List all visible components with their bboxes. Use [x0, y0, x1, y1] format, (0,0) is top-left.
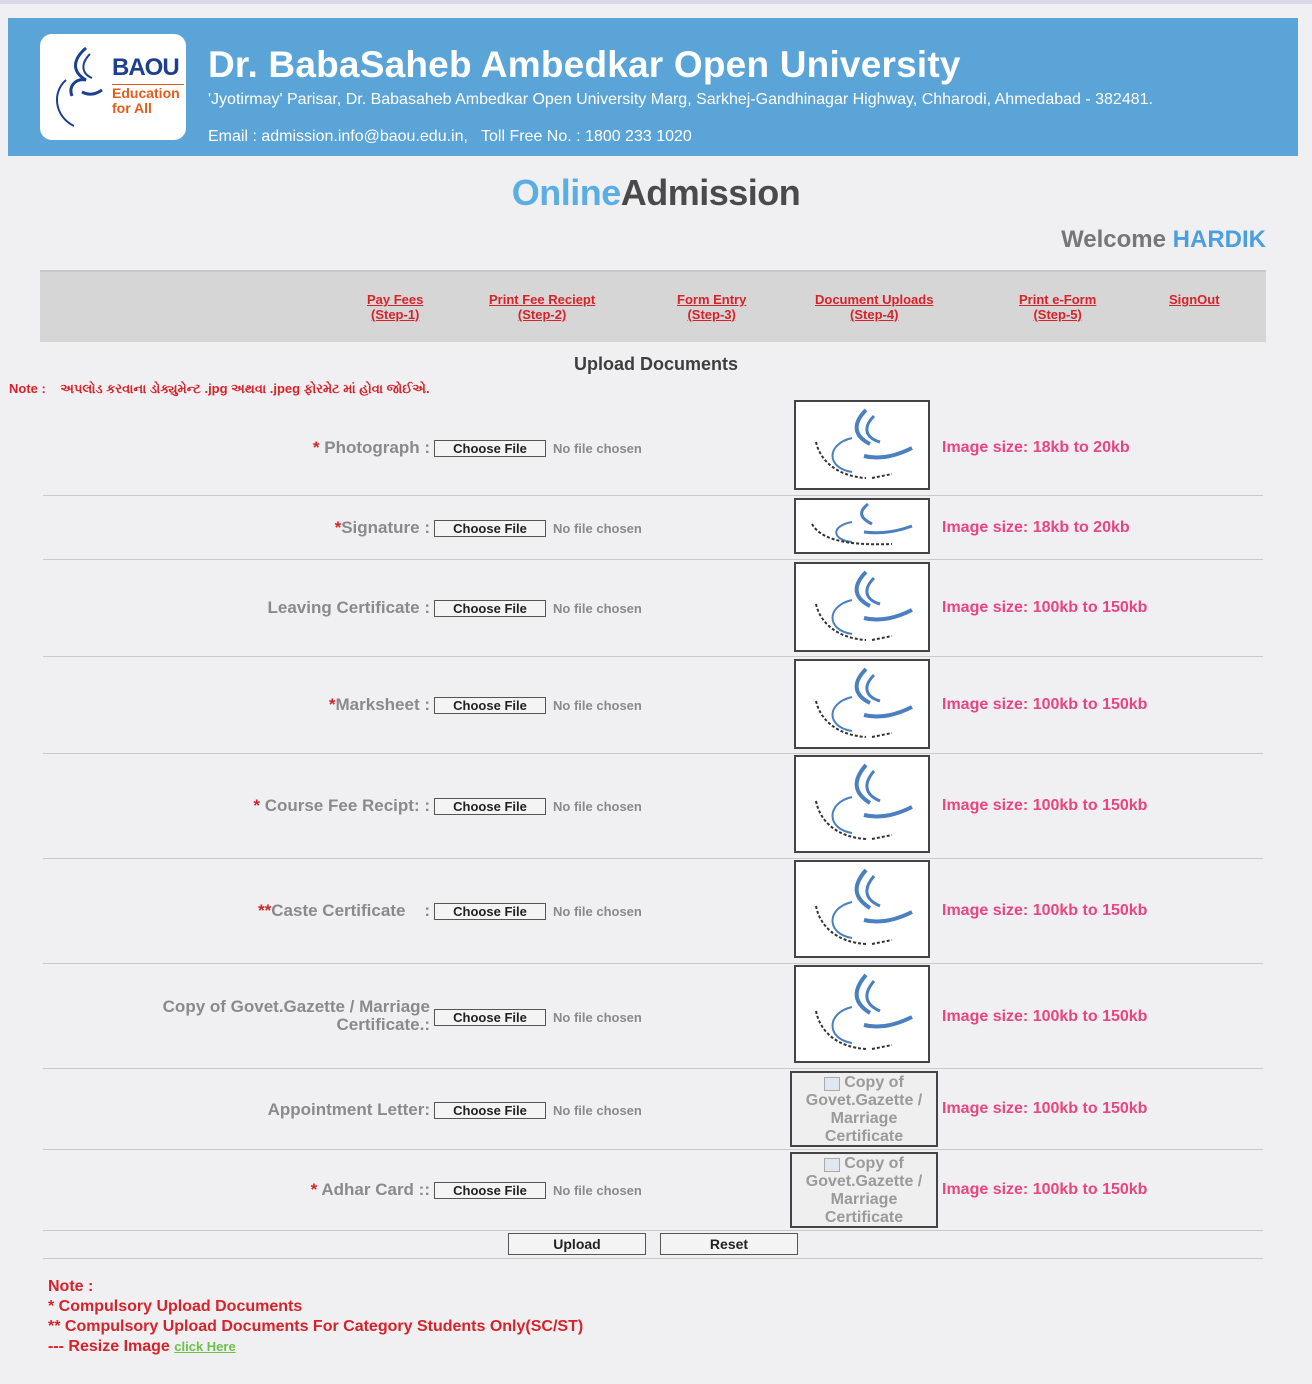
broken-image-icon	[824, 1077, 841, 1091]
image-size-hint: Image size: 18kb to 20kb	[942, 519, 1130, 536]
image-size-hint: Image size: 100kb to 150kb	[942, 599, 1148, 616]
upload-button[interactable]: Upload	[508, 1233, 646, 1255]
image-size-hint: Image size: 100kb to 150kb	[942, 797, 1148, 814]
preview-image	[794, 755, 930, 853]
baou-emblem-icon	[815, 667, 913, 738]
site-header: BAOU Education for All Dr. BabaSaheb Amb…	[8, 18, 1298, 156]
upload-row-appointment-letter: Appointment Letter: Choose File No file …	[43, 1069, 1263, 1150]
nav-print-e-form[interactable]: Print e-Form (Step-5)	[1019, 292, 1096, 322]
choose-file-button[interactable]: Choose File	[434, 697, 546, 714]
university-contact: Email : admission.info@baou.edu.in, Toll…	[208, 128, 692, 145]
image-size-hint: Image size: 100kb to 150kb	[942, 1181, 1148, 1198]
row-label: Appointment Letter:	[267, 1100, 430, 1119]
upload-row-adhar-card: * Adhar Card :: Choose File No file chos…	[43, 1150, 1263, 1231]
footer-note-category: ** Compulsory Upload Documents For Categ…	[48, 1318, 584, 1335]
row-label: **Caste Certificate :	[258, 901, 430, 920]
divider	[43, 1258, 1263, 1259]
choose-file-button[interactable]: Choose File	[434, 440, 546, 457]
broken-image-icon	[824, 1158, 841, 1172]
logo-tagline: Education for All	[112, 84, 184, 116]
row-label: * Photograph :	[312, 438, 430, 457]
baou-emblem-icon	[815, 763, 913, 840]
nav-signout[interactable]: SignOut	[1169, 292, 1220, 307]
baou-emblem-icon	[811, 502, 913, 546]
row-label: Copy of Govet.Gazette / Marriage Certifi…	[162, 997, 430, 1034]
no-file-text: No file chosen	[553, 521, 642, 536]
footer-note-resize: --- Resize Image click Here	[48, 1338, 236, 1355]
university-logo: BAOU Education for All	[40, 34, 186, 140]
no-file-text: No file chosen	[553, 698, 642, 713]
page: BAOU Education for All Dr. BabaSaheb Amb…	[0, 0, 1312, 1384]
logo-emblem-icon	[55, 46, 103, 127]
upload-row-leaving-certificate: Leaving Certificate : Choose File No fil…	[43, 560, 1263, 657]
nav-document-uploads[interactable]: Document Uploads (Step-4)	[815, 292, 933, 322]
choose-file-button[interactable]: Choose File	[434, 1009, 546, 1026]
upload-row-caste-certificate: **Caste Certificate : Choose File No fil…	[43, 859, 1263, 964]
baou-emblem-icon	[815, 973, 913, 1050]
preview-image	[794, 965, 930, 1063]
step-navigation: Pay Fees (Step-1) Print Fee Reciept (Step-…	[40, 270, 1266, 342]
upload-row-gazette-marriage-certificate: Copy of Govet.Gazette / Marriage Certifi…	[43, 964, 1263, 1069]
logo-word: BAOU	[112, 54, 180, 81]
upload-row-course-fee-recipt: * Course Fee Recipt: : Choose File No fi…	[43, 754, 1263, 859]
upload-row-marksheet: *Marksheet : Choose File No file chosen …	[43, 657, 1263, 754]
baou-emblem-icon	[815, 868, 913, 945]
nav-pay-fees[interactable]: Pay Fees (Step-1)	[367, 292, 423, 322]
no-file-text: No file chosen	[553, 904, 642, 919]
upload-row-signature: *Signature : Choose File No file chosen …	[43, 496, 1263, 560]
footer-note-compulsory: * Compulsory Upload Documents	[48, 1298, 303, 1315]
row-label: Leaving Certificate :	[267, 598, 431, 617]
reset-button[interactable]: Reset	[660, 1233, 798, 1255]
preview-image	[794, 498, 930, 554]
row-label: * Course Fee Recipt: :	[253, 796, 430, 815]
choose-file-button[interactable]: Choose File	[434, 1102, 546, 1119]
preview-image	[794, 400, 930, 490]
welcome-message: Welcome HARDIK	[1061, 226, 1266, 253]
row-label: * Adhar Card ::	[310, 1180, 430, 1199]
footer-note-title: Note :	[48, 1278, 94, 1295]
upload-row-photograph: * Photograph : Choose File No file chose…	[43, 400, 1263, 496]
row-label: *Marksheet :	[328, 695, 430, 714]
section-title: Upload Documents	[573, 354, 738, 374]
no-file-text: No file chosen	[553, 799, 642, 814]
user-name: HARDIK	[1172, 226, 1266, 253]
no-file-text: No file chosen	[553, 1010, 642, 1025]
resize-image-link[interactable]: click Here	[174, 1339, 235, 1354]
preview-image	[794, 860, 930, 958]
preview-image	[794, 562, 930, 652]
no-file-text: No file chosen	[553, 1183, 642, 1198]
row-label: *Signature :	[334, 518, 430, 537]
nav-form-entry[interactable]: Form Entry (Step-3)	[677, 292, 746, 322]
no-file-text: No file chosen	[553, 1103, 642, 1118]
choose-file-button[interactable]: Choose File	[434, 1182, 546, 1199]
image-size-hint: Image size: 100kb to 150kb	[942, 1008, 1148, 1025]
page-title: OnlineAdmission	[511, 172, 801, 213]
no-file-text: No file chosen	[553, 601, 642, 616]
baou-emblem-icon	[815, 408, 913, 479]
preview-image	[794, 659, 930, 749]
image-size-hint: Image size: 18kb to 20kb	[942, 439, 1130, 456]
broken-preview-image: Copy of Govet.Gazette / Marriage Certifi…	[790, 1152, 938, 1228]
choose-file-button[interactable]: Choose File	[434, 798, 546, 815]
baou-emblem-icon	[815, 570, 913, 641]
broken-preview-image: Copy of Govet.Gazette / Marriage Certifi…	[790, 1071, 938, 1147]
choose-file-button[interactable]: Choose File	[434, 520, 546, 537]
format-note: Note : અપલોડ કરવાના ડોક્યુમેન્ટ .jpg અથવ…	[9, 381, 430, 396]
choose-file-button[interactable]: Choose File	[434, 903, 546, 920]
choose-file-button[interactable]: Choose File	[434, 600, 546, 617]
image-size-hint: Image size: 100kb to 150kb	[942, 902, 1148, 919]
image-size-hint: Image size: 100kb to 150kb	[942, 1100, 1148, 1117]
university-address: 'Jyotirmay' Parisar, Dr. Babasaheb Ambed…	[208, 91, 1153, 108]
nav-print-fee-reciept[interactable]: Print Fee Reciept (Step-2)	[489, 292, 595, 322]
university-name: Dr. BabaSaheb Ambedkar Open University	[208, 44, 961, 85]
no-file-text: No file chosen	[553, 441, 642, 456]
image-size-hint: Image size: 100kb to 150kb	[942, 696, 1148, 713]
